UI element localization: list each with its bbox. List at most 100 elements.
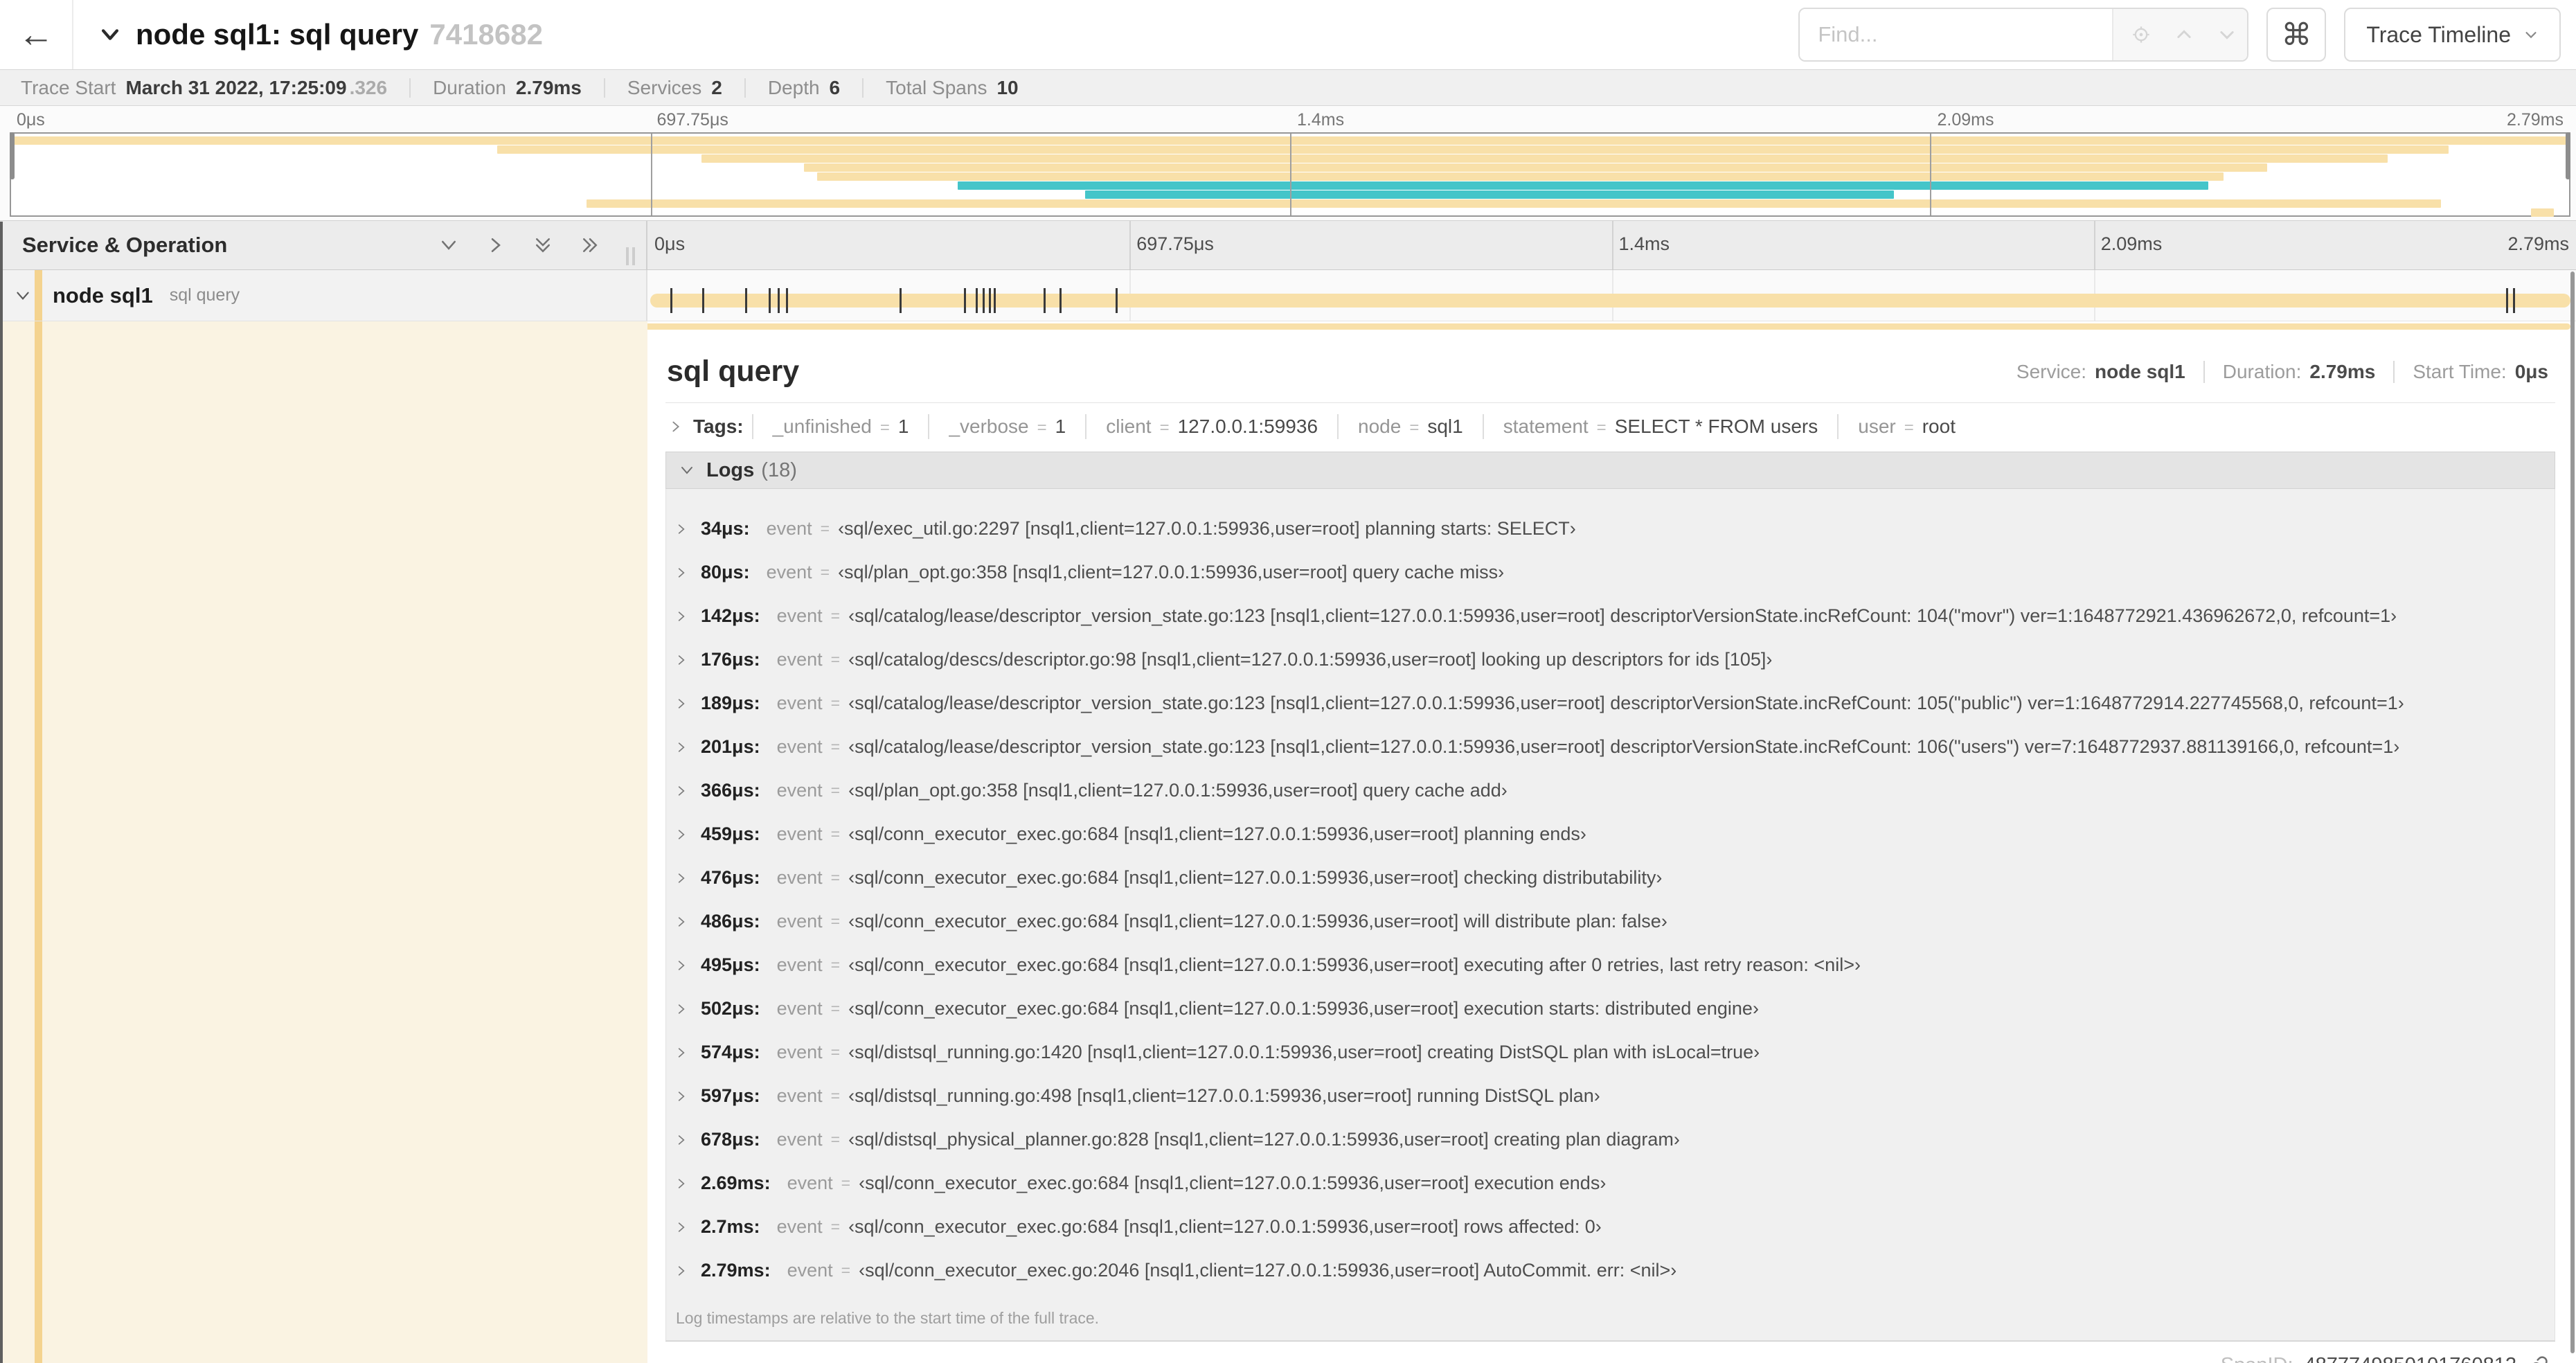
minimap-span-bar bbox=[497, 145, 2449, 154]
log-row[interactable]: 2.79ms: event = ‹sql/conn_executor_exec.… bbox=[674, 1249, 2548, 1292]
meta-label: Start Time: bbox=[2413, 360, 2507, 382]
minimap-span-bar bbox=[816, 172, 2224, 181]
chevron-right-icon bbox=[674, 828, 688, 841]
back-button[interactable]: ← bbox=[0, 0, 73, 69]
log-timestamp: 2.69ms: bbox=[701, 1173, 771, 1193]
log-message: ‹sql/conn_executor_exec.go:684 [nsql1,cl… bbox=[848, 867, 1663, 888]
log-row[interactable]: 189μs: event = ‹sql/catalog/lease/descri… bbox=[674, 682, 2548, 725]
log-message: ‹sql/conn_executor_exec.go:684 [nsql1,cl… bbox=[848, 1216, 1602, 1237]
keyboard-shortcuts-button[interactable]: ⌘ bbox=[2266, 8, 2327, 62]
collapse-caret-icon[interactable] bbox=[14, 287, 32, 308]
log-row[interactable]: 142μs: event = ‹sql/catalog/lease/descri… bbox=[674, 594, 2548, 638]
prev-match-icon[interactable] bbox=[2174, 25, 2194, 44]
detail-span-mini-bar bbox=[647, 323, 2570, 330]
log-row[interactable]: 459μs: event = ‹sql/conn_executor_exec.g… bbox=[674, 812, 2548, 856]
tag-item[interactable]: _unfinished = 1 bbox=[751, 414, 929, 439]
log-row[interactable]: 502μs: event = ‹sql/conn_executor_exec.g… bbox=[674, 987, 2548, 1031]
log-timestamp: 366μs: bbox=[701, 780, 760, 801]
span-timeline-cell[interactable] bbox=[647, 270, 2576, 321]
ruler-tick-line bbox=[1611, 221, 1613, 269]
log-message: ‹sql/plan_opt.go:358 [nsql1,client=127.0… bbox=[848, 780, 1508, 801]
equals-sign: = bbox=[841, 1174, 851, 1192]
minimap-right-scrubber[interactable] bbox=[2566, 132, 2570, 179]
tags-accordion-header[interactable]: Tags: _unfinished = 1 _verbose = 1 clien… bbox=[665, 403, 2555, 452]
locate-icon[interactable] bbox=[2131, 25, 2151, 44]
log-row[interactable]: 176μs: event = ‹sql/catalog/descs/descri… bbox=[674, 638, 2548, 682]
link-icon[interactable] bbox=[2528, 1355, 2548, 1363]
minimap-left-scrubber[interactable] bbox=[10, 132, 15, 179]
stat-value: 2 bbox=[711, 76, 722, 98]
span-service-name[interactable]: node sql1 bbox=[53, 283, 153, 308]
span-id-label: SpanID: bbox=[2221, 1354, 2293, 1363]
logs-accordion-header[interactable]: Logs (18) bbox=[665, 452, 2555, 489]
log-timestamp: 2.79ms: bbox=[701, 1260, 771, 1281]
log-row[interactable]: 80μs: event = ‹sql/plan_opt.go:358 [nsql… bbox=[674, 551, 2548, 594]
tag-value: SELECT * FROM users bbox=[1614, 416, 1818, 437]
log-timestamp: 201μs: bbox=[701, 736, 760, 757]
log-row[interactable]: 574μs: event = ‹sql/distsql_running.go:1… bbox=[674, 1031, 2548, 1074]
find-input[interactable] bbox=[1800, 9, 2113, 60]
log-row[interactable]: 366μs: event = ‹sql/plan_opt.go:358 [nsq… bbox=[674, 769, 2548, 812]
expand-all-icon[interactable] bbox=[580, 235, 600, 256]
collapse-all-icon[interactable] bbox=[533, 235, 553, 256]
log-row[interactable]: 476μs: event = ‹sql/conn_executor_exec.g… bbox=[674, 856, 2548, 900]
log-field-key: event bbox=[776, 780, 823, 801]
chevron-down-icon[interactable] bbox=[98, 23, 122, 46]
span-name-cell[interactable]: node sql1 sql query bbox=[0, 270, 647, 321]
detail-meta-item: Duration: 2.79ms bbox=[2205, 360, 2395, 383]
chevron-right-icon bbox=[674, 609, 688, 623]
detail-panel: sql query Service: node sql1 Duration: 2… bbox=[647, 321, 2576, 1363]
equals-sign: = bbox=[830, 1130, 841, 1148]
arrow-left-icon: ← bbox=[18, 15, 54, 55]
log-marker-tick bbox=[994, 288, 996, 313]
equals-sign: = bbox=[830, 1043, 841, 1061]
log-field-key: event bbox=[776, 823, 823, 844]
collapse-one-icon[interactable] bbox=[438, 235, 459, 256]
tag-value: 127.0.0.1:59936 bbox=[1177, 416, 1318, 437]
time-tick-label: 2.09ms bbox=[1937, 110, 1994, 130]
log-message: ‹sql/exec_util.go:2297 [nsql1,client=127… bbox=[838, 518, 1576, 539]
log-row[interactable]: 597μs: event = ‹sql/distsql_running.go:4… bbox=[674, 1074, 2548, 1118]
tag-item[interactable]: statement = SELECT * FROM users bbox=[1482, 414, 1838, 439]
log-row[interactable]: 201μs: event = ‹sql/catalog/lease/descri… bbox=[674, 725, 2548, 769]
log-row[interactable]: 34μs: event = ‹sql/exec_util.go:2297 [ns… bbox=[674, 507, 2548, 551]
tag-value: 1 bbox=[1055, 416, 1066, 437]
log-row[interactable]: 495μs: event = ‹sql/conn_executor_exec.g… bbox=[674, 943, 2548, 987]
service-operation-header: Service & Operation bbox=[0, 221, 647, 269]
detail-header: sql query Service: node sql1 Duration: 2… bbox=[665, 339, 2555, 402]
span-id-value: 4877749850101760812 bbox=[2305, 1354, 2516, 1363]
trace-stat-item: Total Spans 10 bbox=[864, 78, 1040, 98]
next-match-icon[interactable] bbox=[2217, 25, 2237, 44]
log-message: ‹sql/conn_executor_exec.go:2046 [nsql1,c… bbox=[859, 1260, 1677, 1281]
log-field-key: event bbox=[776, 1085, 823, 1106]
span-row: node sql1 sql query bbox=[0, 270, 2576, 321]
minimap-canvas[interactable] bbox=[10, 132, 2570, 217]
column-resize-grip[interactable] bbox=[626, 247, 635, 265]
log-row[interactable]: 2.7ms: event = ‹sql/conn_executor_exec.g… bbox=[674, 1205, 2548, 1249]
tag-key: _unfinished bbox=[772, 416, 872, 437]
vertical-scrollbar[interactable] bbox=[2570, 271, 2575, 1353]
log-row[interactable]: 486μs: event = ‹sql/conn_executor_exec.g… bbox=[674, 900, 2548, 943]
log-field-key: event bbox=[776, 649, 823, 670]
minimap-tick-labels: 0μs 697.75μs 1.4ms 2.09ms 2.79ms bbox=[10, 110, 2570, 131]
stat-label: Services bbox=[627, 76, 702, 98]
tag-item[interactable]: client = 127.0.0.1:59936 bbox=[1085, 414, 1337, 439]
log-message: ‹sql/conn_executor_exec.go:684 [nsql1,cl… bbox=[859, 1173, 1607, 1193]
tag-value: sql1 bbox=[1427, 416, 1463, 437]
span-operation-name[interactable]: sql query bbox=[170, 285, 240, 305]
span-duration-bar[interactable] bbox=[650, 294, 2570, 308]
log-row[interactable]: 678μs: event = ‹sql/distsql_physical_pla… bbox=[674, 1118, 2548, 1161]
tag-item[interactable]: node = sql1 bbox=[1337, 414, 1483, 439]
tag-item[interactable]: _verbose = 1 bbox=[928, 414, 1085, 439]
tag-item[interactable]: user = root bbox=[1837, 414, 1975, 439]
time-tick-label: 1.4ms bbox=[1618, 233, 1670, 254]
jaeger-trace-page: ← node sql1: sql query 7418682 ⌘ Trace Ti… bbox=[0, 0, 2576, 1363]
minimap-span-bar bbox=[587, 199, 2442, 208]
chevron-right-icon bbox=[674, 1133, 688, 1147]
timeline-ruler: 0μs 697.75μs 1.4ms 2.09ms 2.79ms bbox=[647, 221, 2576, 269]
trace-view-dropdown[interactable]: Trace Timeline bbox=[2344, 8, 2561, 62]
log-message: ‹sql/distsql_physical_planner.go:828 [ns… bbox=[848, 1129, 1680, 1150]
expand-one-icon[interactable] bbox=[485, 235, 506, 256]
timeline-collapse-controls bbox=[438, 235, 600, 256]
log-row[interactable]: 2.69ms: event = ‹sql/conn_executor_exec.… bbox=[674, 1161, 2548, 1205]
